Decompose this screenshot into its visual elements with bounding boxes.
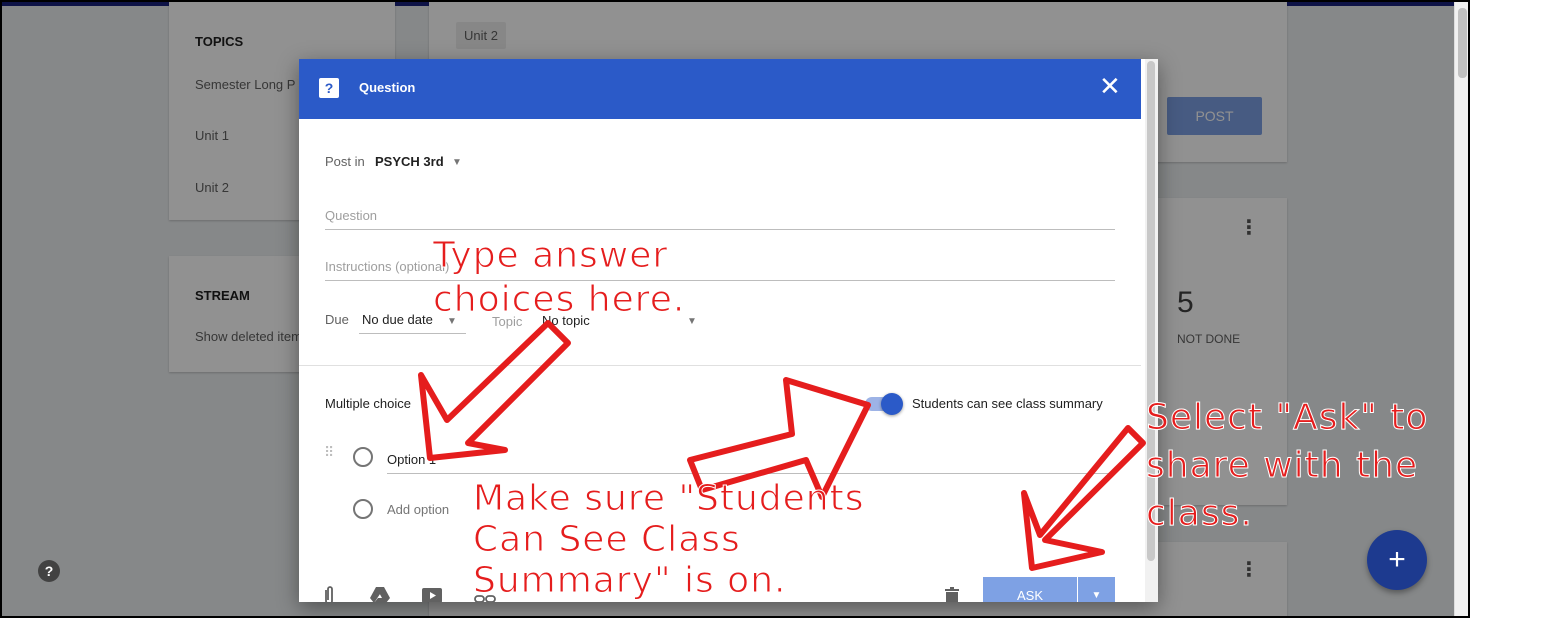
annotation-type-answers: Type answer choices here. (432, 234, 686, 322)
page-scrollbar[interactable] (1454, 2, 1468, 616)
youtube-icon[interactable] (421, 586, 443, 602)
annotation-line: choices here. (432, 279, 686, 321)
drag-handle-icon[interactable]: ⠿ (324, 445, 335, 459)
add-fab-button[interactable]: + (1367, 530, 1427, 590)
annotation-line: class. (1145, 493, 1253, 535)
close-icon[interactable]: ✕ (1099, 73, 1121, 99)
add-option-input[interactable]: Add option (387, 502, 449, 517)
annotation-line: share with the (1145, 445, 1419, 487)
annotation-line: Type answer (432, 235, 669, 277)
question-type-select[interactable]: Multiple choice (325, 396, 411, 411)
dialog-header: ? Question ✕ (299, 59, 1141, 119)
attach-icon[interactable] (323, 586, 335, 602)
post-in-label: Post in (325, 154, 365, 169)
annotation-line: Make sure "Students (472, 478, 865, 520)
radio-icon (353, 499, 373, 519)
drive-icon[interactable] (369, 586, 391, 602)
toggle-knob (881, 393, 903, 415)
ask-menu-chevron-icon[interactable]: ▼ (1078, 577, 1115, 602)
divider (299, 365, 1141, 366)
radio-icon (353, 447, 373, 467)
help-icon[interactable]: ? (38, 560, 60, 582)
annotation-line: Can See Class (472, 519, 741, 561)
option-1-input[interactable]: Option 1 (387, 452, 1115, 474)
due-label: Due (325, 312, 349, 327)
annotation-select-ask: Select "Ask" to share with the class. (1145, 394, 1429, 538)
scrollbar-thumb[interactable] (1458, 8, 1467, 78)
ask-button[interactable]: ASK (983, 577, 1077, 602)
chevron-down-icon[interactable]: ▼ (687, 316, 697, 327)
chevron-down-icon[interactable]: ▼ (452, 157, 462, 168)
delete-icon[interactable] (944, 586, 960, 602)
dialog-title: Question (359, 80, 416, 95)
question-icon: ? (319, 78, 339, 98)
class-selector[interactable]: PSYCH 3rd (375, 154, 444, 169)
annotation-line: Select "Ask" to (1145, 397, 1429, 439)
question-input[interactable]: Question (325, 208, 1115, 230)
class-summary-toggle[interactable] (863, 393, 903, 415)
annotation-make-sure: Make sure "Students Can See Class Summar… (472, 478, 865, 602)
class-summary-label: Students can see class summary (912, 396, 1103, 411)
annotation-line: Summary" is on. (472, 560, 787, 602)
